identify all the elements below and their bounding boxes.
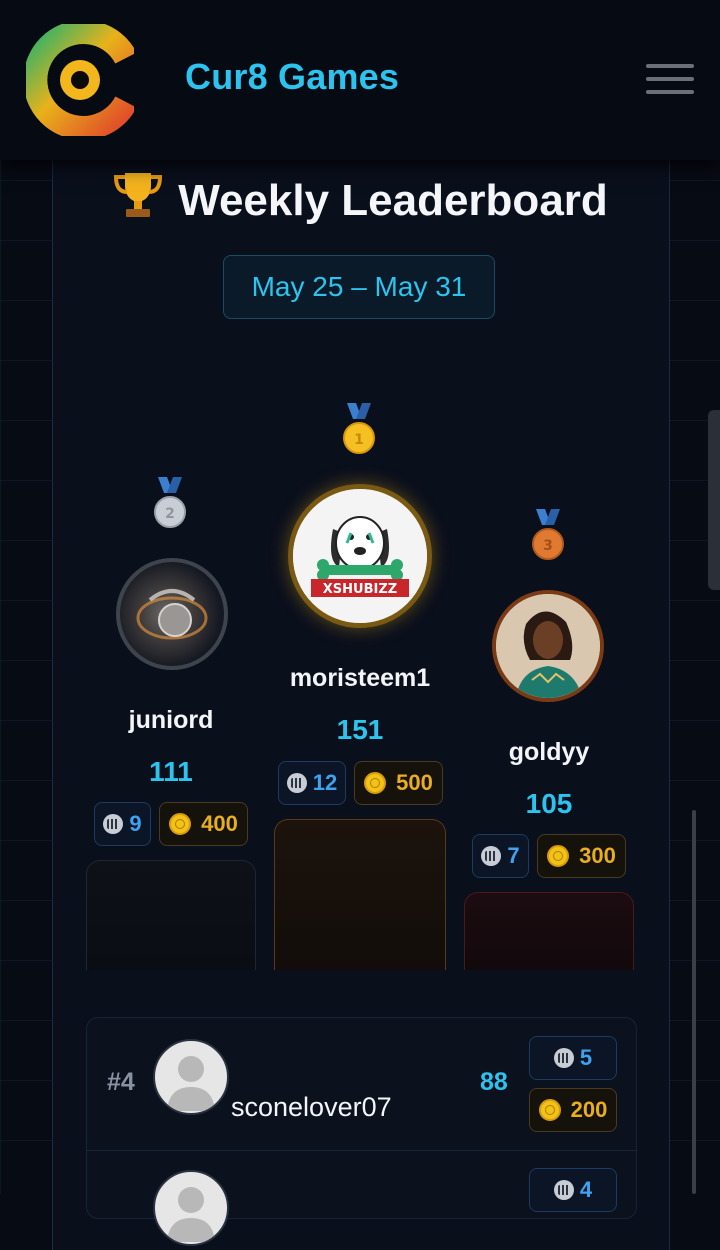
podium-3-username[interactable]: goldyy — [464, 738, 634, 767]
svg-text:3: 3 — [543, 538, 553, 554]
date-range-badge: May 25 – May 31 — [223, 255, 495, 319]
svg-text:2: 2 — [165, 506, 175, 522]
steem-icon — [553, 1180, 574, 1200]
podium-2-username[interactable]: juniord — [86, 706, 256, 735]
bronze-medal-icon: 3 — [531, 509, 565, 566]
podium-3-coin-badge: 300 — [537, 834, 626, 878]
podium-3-block — [464, 892, 634, 970]
coin-icon — [538, 1099, 561, 1121]
podium-2-coin-badge: 400 — [159, 802, 248, 846]
gold-medal-icon: 1 — [342, 403, 376, 460]
row-username[interactable]: sconelover07 — [231, 1092, 392, 1123]
top-header: Cur8 Games — [0, 0, 720, 160]
leaderboard-heading: Weekly Leaderboard — [0, 172, 720, 230]
moristeem1-avatar[interactable]: XSHUBIZZ — [288, 484, 432, 628]
podium-2-steem-badge: 9 — [94, 802, 151, 846]
trophy-icon — [112, 169, 164, 230]
podium-2-block — [86, 860, 256, 970]
silver-medal-icon: 2 — [153, 477, 187, 534]
podium-1-steem-badge: 12 — [278, 761, 346, 805]
coin-icon — [364, 772, 387, 794]
steem-icon — [553, 1048, 574, 1068]
steem-icon — [286, 773, 307, 793]
juniord-avatar[interactable] — [116, 558, 228, 670]
row-coin-badge: 200 — [529, 1088, 617, 1132]
coin-icon — [169, 813, 192, 835]
row-steem-badge: 5 — [529, 1036, 617, 1080]
row-steem-badge: 4 — [529, 1168, 617, 1212]
podium-3-score: 105 — [525, 788, 573, 819]
steem-icon — [103, 814, 124, 834]
scrollbar[interactable] — [692, 810, 696, 1194]
default-avatar-icon[interactable] — [153, 1170, 229, 1246]
cur8-logo-icon[interactable] — [23, 20, 137, 140]
svg-text:1: 1 — [354, 432, 364, 448]
row-divider — [87, 1150, 636, 1151]
hamburger-menu-icon[interactable] — [646, 64, 696, 96]
podium-1-username[interactable]: moristeem1 — [274, 664, 446, 693]
podium-3-steem-badge: 7 — [472, 834, 529, 878]
steem-icon — [481, 846, 502, 866]
side-drawer-handle[interactable] — [708, 410, 720, 590]
svg-text:XSHUBIZZ: XSHUBIZZ — [323, 582, 397, 597]
podium-1-score: 151 — [336, 714, 384, 745]
podium-1-coin-badge: 500 — [354, 761, 443, 805]
podium-1-block — [274, 819, 446, 970]
brand-title[interactable]: Cur8 Games — [185, 56, 399, 98]
goldyy-avatar[interactable] — [492, 590, 604, 702]
row-score: 88 — [480, 1068, 508, 1096]
coin-icon — [547, 845, 570, 867]
row-rank: #4 — [107, 1068, 135, 1096]
default-avatar-icon[interactable] — [153, 1039, 229, 1115]
page-title: Weekly Leaderboard — [178, 176, 608, 225]
podium-2-score: 111 — [149, 756, 193, 787]
